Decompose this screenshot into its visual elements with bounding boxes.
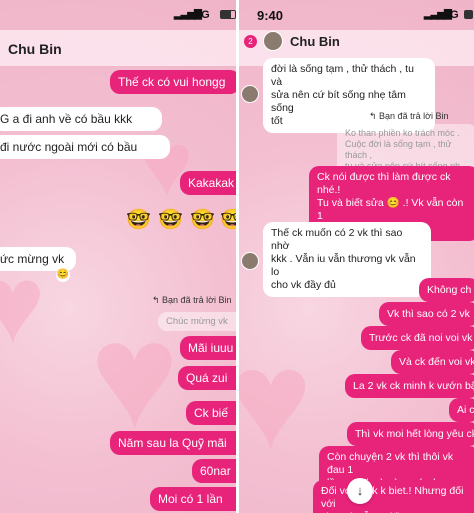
message-bubble-outgoing[interactable]: Thế ck có vui hongg — [110, 70, 236, 94]
reply-note: ↰ Bạn đã trả lời Bin — [369, 111, 449, 122]
nerd-face-emoji[interactable]: 🤓 — [190, 207, 215, 232]
message-bubble-outgoing[interactable]: Ai c — [449, 398, 474, 422]
reply-note-text: Bạn đã trả lời Bin — [162, 295, 232, 305]
reply-note: ↰ Bạn đã trả lời Bin — [152, 295, 232, 306]
reaction-emoji[interactable]: 😊 — [56, 268, 70, 282]
nerd-face-emoji[interactable]: 🤓 — [158, 207, 183, 232]
avatar — [241, 85, 259, 103]
message-bubble-outgoing[interactable]: Vk thì sao có 2 vk — [379, 302, 474, 326]
chat-header[interactable]: Chu Bin — [0, 30, 236, 66]
message-bubble-outgoing[interactable]: Năm sau la Quỹ mãi — [110, 431, 236, 455]
nerd-face-emoji[interactable]: 🤓 — [126, 207, 151, 232]
message-bubble-outgoing[interactable]: La 2 vk ck minh k vướn bận — [345, 374, 474, 398]
battery-icon — [464, 10, 473, 19]
reply-note-text: Bạn đã trả lời Bin — [379, 111, 449, 121]
message-bubble-outgoing[interactable]: Ck biế — [186, 401, 236, 425]
message-bubble-outgoing[interactable]: Đối voi ai vk k biet.! Nhưng đối với vk … — [313, 480, 474, 513]
message-bubble-outgoing[interactable]: Mãi iuuu — [180, 336, 236, 360]
heart-decoration: ♥ — [140, 115, 194, 215]
scroll-down-button[interactable]: ↓ — [347, 478, 373, 504]
message-bubble-incoming[interactable]: đi nước ngoài mới có bầu — [0, 135, 170, 159]
nerd-face-emoji[interactable]: 🤓 — [220, 207, 236, 232]
battery-icon — [220, 10, 236, 19]
reply-arrow-icon: ↰ — [369, 111, 380, 121]
avatar[interactable] — [263, 31, 283, 51]
unread-badge: 2 — [244, 35, 257, 48]
quoted-message[interactable]: Chúc mừng vk — [158, 312, 236, 331]
message-bubble-outgoing[interactable]: Trước ck đã noi voi vk — [361, 326, 474, 350]
status-bar: 9:40 ▂▃▅▇ 4G — [239, 0, 474, 30]
message-bubble-outgoing[interactable]: Kakakak — [180, 171, 236, 195]
message-bubble-outgoing[interactable]: Thì vk moi hết lòng yêu ck — [347, 422, 474, 446]
message-bubble-incoming[interactable]: Thế ck muốn có 2 vk thì sao nhờ kkk . Vẫ… — [263, 222, 431, 297]
message-bubble-outgoing[interactable]: Không ch — [419, 278, 474, 302]
status-bar: ▂▃▅▇ 4G — [0, 0, 236, 30]
message-bubble-outgoing[interactable]: Và ck đến voi vk — [391, 350, 474, 374]
avatar — [241, 252, 259, 270]
message-bubble-outgoing[interactable]: Quá zui — [178, 366, 236, 390]
contact-name: Chu Bin — [8, 41, 62, 57]
reply-arrow-icon: ↰ — [152, 295, 163, 305]
arrow-down-icon: ↓ — [356, 483, 364, 498]
network-label: 4G — [444, 9, 459, 21]
network-label: 4G — [195, 9, 210, 21]
message-bubble-incoming[interactable]: G a đi anh về có bầu kkk — [0, 107, 162, 131]
message-bubble-outgoing[interactable]: Moi có 1 lần — [150, 487, 236, 511]
chat-screenshot-right: ♥ ♥ 9:40 ▂▃▅▇ 4G 2 Chu Bin ... ... ... đ… — [239, 0, 474, 513]
clock-time: 9:40 — [257, 8, 284, 23]
heart-decoration: ♥ — [239, 321, 313, 478]
contact-name: Chu Bin — [290, 34, 340, 49]
chat-screenshot-left: ♥ ♥ ♥ ▂▃▅▇ 4G Chu Bin Thế ck có vui hong… — [0, 0, 236, 513]
message-bubble-outgoing[interactable]: 60nar — [192, 459, 236, 483]
